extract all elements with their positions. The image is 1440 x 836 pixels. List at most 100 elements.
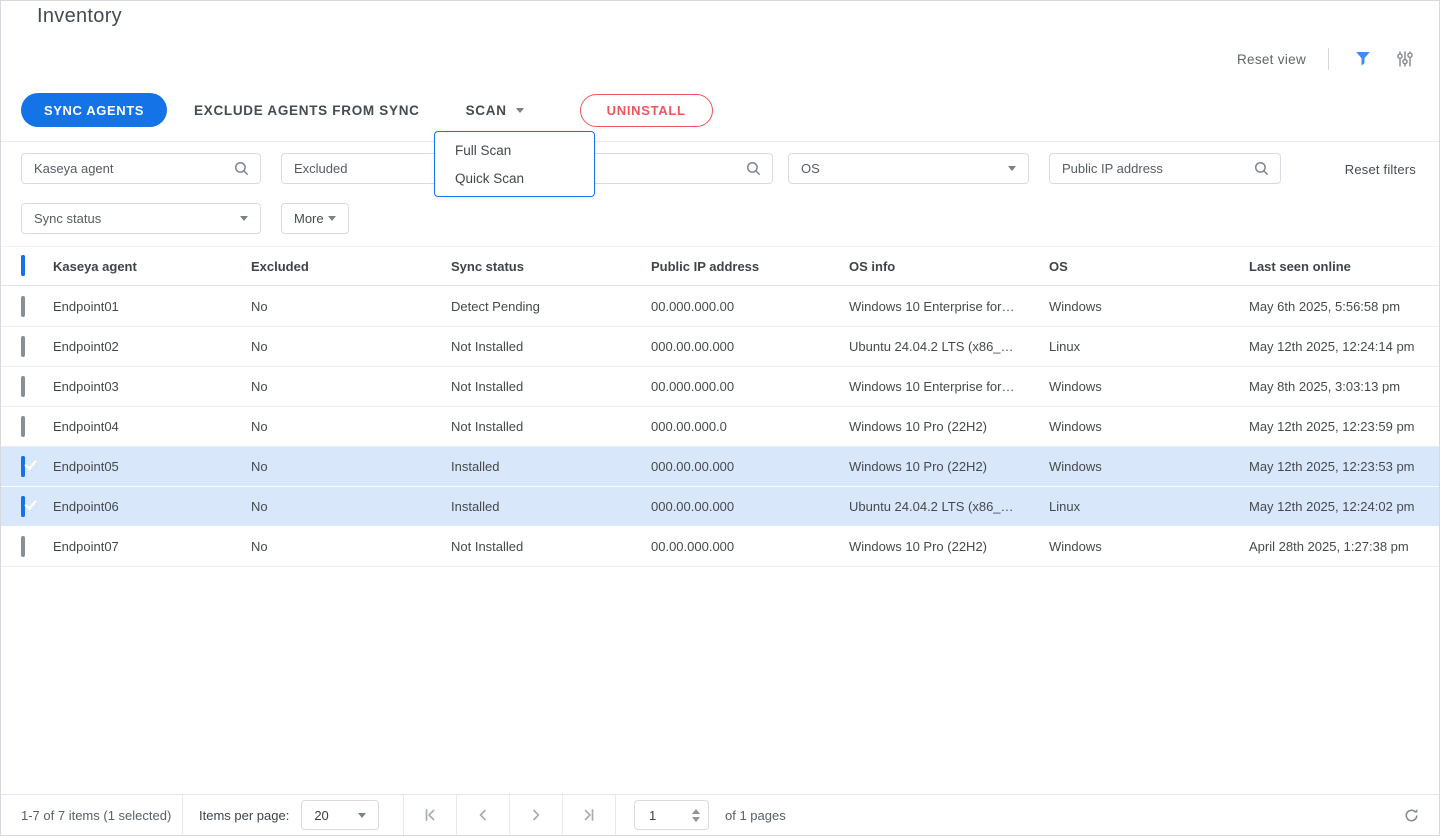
refresh-icon [1402,806,1421,825]
table-row[interactable]: Endpoint07 No Not Installed 00.00.000.00… [1,527,1440,567]
menu-item-full-scan[interactable]: Full Scan [435,136,594,164]
scan-dropdown-button[interactable]: SCAN [466,103,524,118]
chevron-down-icon [358,813,366,818]
kaseya-agent-search-input[interactable] [22,154,233,183]
row-checkbox-cell [1,498,53,516]
cell-kaseya-agent: Endpoint05 [53,459,251,474]
page-number-field[interactable] [634,800,709,830]
excluded-filter-label: Excluded [294,161,347,176]
table-row[interactable]: Endpoint06 No Installed 000.00.00.000 Ub… [1,487,1440,527]
cell-sync-status: Installed [451,459,651,474]
cell-sync-status: Not Installed [451,419,651,434]
row-checkbox-cell [1,338,53,356]
page-number-stepper[interactable] [692,809,700,822]
select-all-checkbox[interactable] [21,255,25,276]
sync-status-filter-label: Sync status [34,211,101,226]
search-icon [1253,160,1270,177]
more-filters-dropdown[interactable]: More [281,203,349,234]
chevron-down-icon [328,216,336,221]
cell-sync-status: Not Installed [451,539,651,554]
cell-last-seen: May 12th 2025, 12:23:59 pm [1249,419,1440,434]
kaseya-agent-search-field[interactable] [21,153,261,184]
cell-last-seen: May 12th 2025, 12:23:53 pm [1249,459,1440,474]
row-checkbox-cell [1,458,53,476]
menu-item-quick-scan[interactable]: Quick Scan [435,164,594,192]
cell-public-ip: 000.00.00.000 [651,459,849,474]
spinner-down-icon[interactable] [692,817,700,822]
row-checkbox[interactable] [21,416,25,437]
scan-label: SCAN [466,103,507,118]
table-row[interactable]: Endpoint03 No Not Installed 00.000.000.0… [1,367,1440,407]
next-page-button[interactable] [510,795,563,835]
cell-os-info: Windows 10 Enterprise for… [849,299,1049,314]
chevron-left-icon [473,805,493,825]
sync-status-filter-dropdown[interactable]: Sync status [21,203,261,234]
items-per-page-value: 20 [314,808,328,823]
row-checkbox[interactable] [21,496,25,517]
table-row[interactable]: Endpoint04 No Not Installed 000.00.000.0… [1,407,1440,447]
spinner-up-icon[interactable] [692,809,700,814]
table-header: Kaseya agent Excluded Sync status Public… [1,246,1440,286]
cell-excluded: No [251,419,451,434]
public-ip-search-input[interactable] [1050,154,1253,183]
cell-excluded: No [251,499,451,514]
cell-last-seen: May 12th 2025, 12:24:02 pm [1249,499,1440,514]
first-page-button[interactable] [404,795,457,835]
exclude-agents-button[interactable]: EXCLUDE AGENTS FROM SYNC [194,103,420,118]
chevron-down-icon [516,108,524,113]
table-row[interactable]: Endpoint05 No Installed 000.00.00.000 Wi… [1,447,1440,487]
cell-last-seen: May 12th 2025, 12:24:14 pm [1249,339,1440,354]
previous-page-button[interactable] [457,795,510,835]
inventory-page: Inventory Reset view SYNC AGENTS EXCLUDE… [0,0,1440,836]
cell-os: Linux [1049,339,1249,354]
cell-kaseya-agent: Endpoint03 [53,379,251,394]
cell-os: Windows [1049,299,1249,314]
column-header-os: OS [1049,259,1249,274]
refresh-button[interactable] [1402,795,1440,835]
row-checkbox[interactable] [21,296,25,317]
page-title: Inventory [37,5,122,28]
table-row[interactable]: Endpoint02 No Not Installed 000.00.00.00… [1,327,1440,367]
cell-public-ip: 00.000.000.00 [651,299,849,314]
last-page-button[interactable] [563,795,616,835]
cell-last-seen: May 8th 2025, 3:03:13 pm [1249,379,1440,394]
last-page-icon [579,805,599,825]
first-page-icon [420,805,440,825]
page-number-input[interactable] [635,808,685,823]
row-checkbox[interactable] [21,336,25,357]
chevron-right-icon [526,805,546,825]
cell-os-info: Ubuntu 24.04.2 LTS (x86_… [849,339,1049,354]
total-pages-label: of 1 pages [725,795,786,835]
reset-filters-button[interactable]: Reset filters [1345,162,1416,177]
cell-os: Linux [1049,499,1249,514]
public-ip-search-field[interactable] [1049,153,1281,184]
row-checkbox[interactable] [21,376,25,397]
table-row[interactable]: Endpoint01 No Detect Pending 00.000.000.… [1,287,1440,327]
cell-sync-status: Not Installed [451,339,651,354]
reset-view-button[interactable]: Reset view [1237,52,1306,67]
cell-last-seen: April 28th 2025, 1:27:38 pm [1249,539,1440,554]
uninstall-button[interactable]: UNINSTALL [580,94,713,127]
cell-sync-status: Detect Pending [451,299,651,314]
cell-kaseya-agent: Endpoint02 [53,339,251,354]
row-checkbox[interactable] [21,536,25,557]
cell-kaseya-agent: Endpoint06 [53,499,251,514]
cell-public-ip: 00.000.000.00 [651,379,849,394]
table-body: Endpoint01 No Detect Pending 00.000.000.… [1,287,1440,567]
cell-sync-status: Installed [451,499,651,514]
sync-agents-button[interactable]: SYNC AGENTS [21,93,167,127]
cell-public-ip: 000.00.00.000 [651,339,849,354]
column-settings-sliders-icon[interactable] [1393,47,1417,71]
cell-excluded: No [251,379,451,394]
cell-os-info: Windows 10 Pro (22H2) [849,459,1049,474]
pagination-footer: 1-7 of 7 items (1 selected) Items per pa… [1,794,1440,835]
row-checkbox[interactable] [21,456,25,477]
items-per-page-select[interactable]: 20 [301,800,379,830]
os-filter-dropdown[interactable]: OS [788,153,1029,184]
cell-os-info: Windows 10 Enterprise for… [849,379,1049,394]
view-controls: Reset view [1237,45,1417,73]
divider [1,141,1439,142]
filter-icon[interactable] [1351,47,1375,71]
column-header-public-ip: Public IP address [651,259,849,274]
column-header-sync-status: Sync status [451,259,651,274]
